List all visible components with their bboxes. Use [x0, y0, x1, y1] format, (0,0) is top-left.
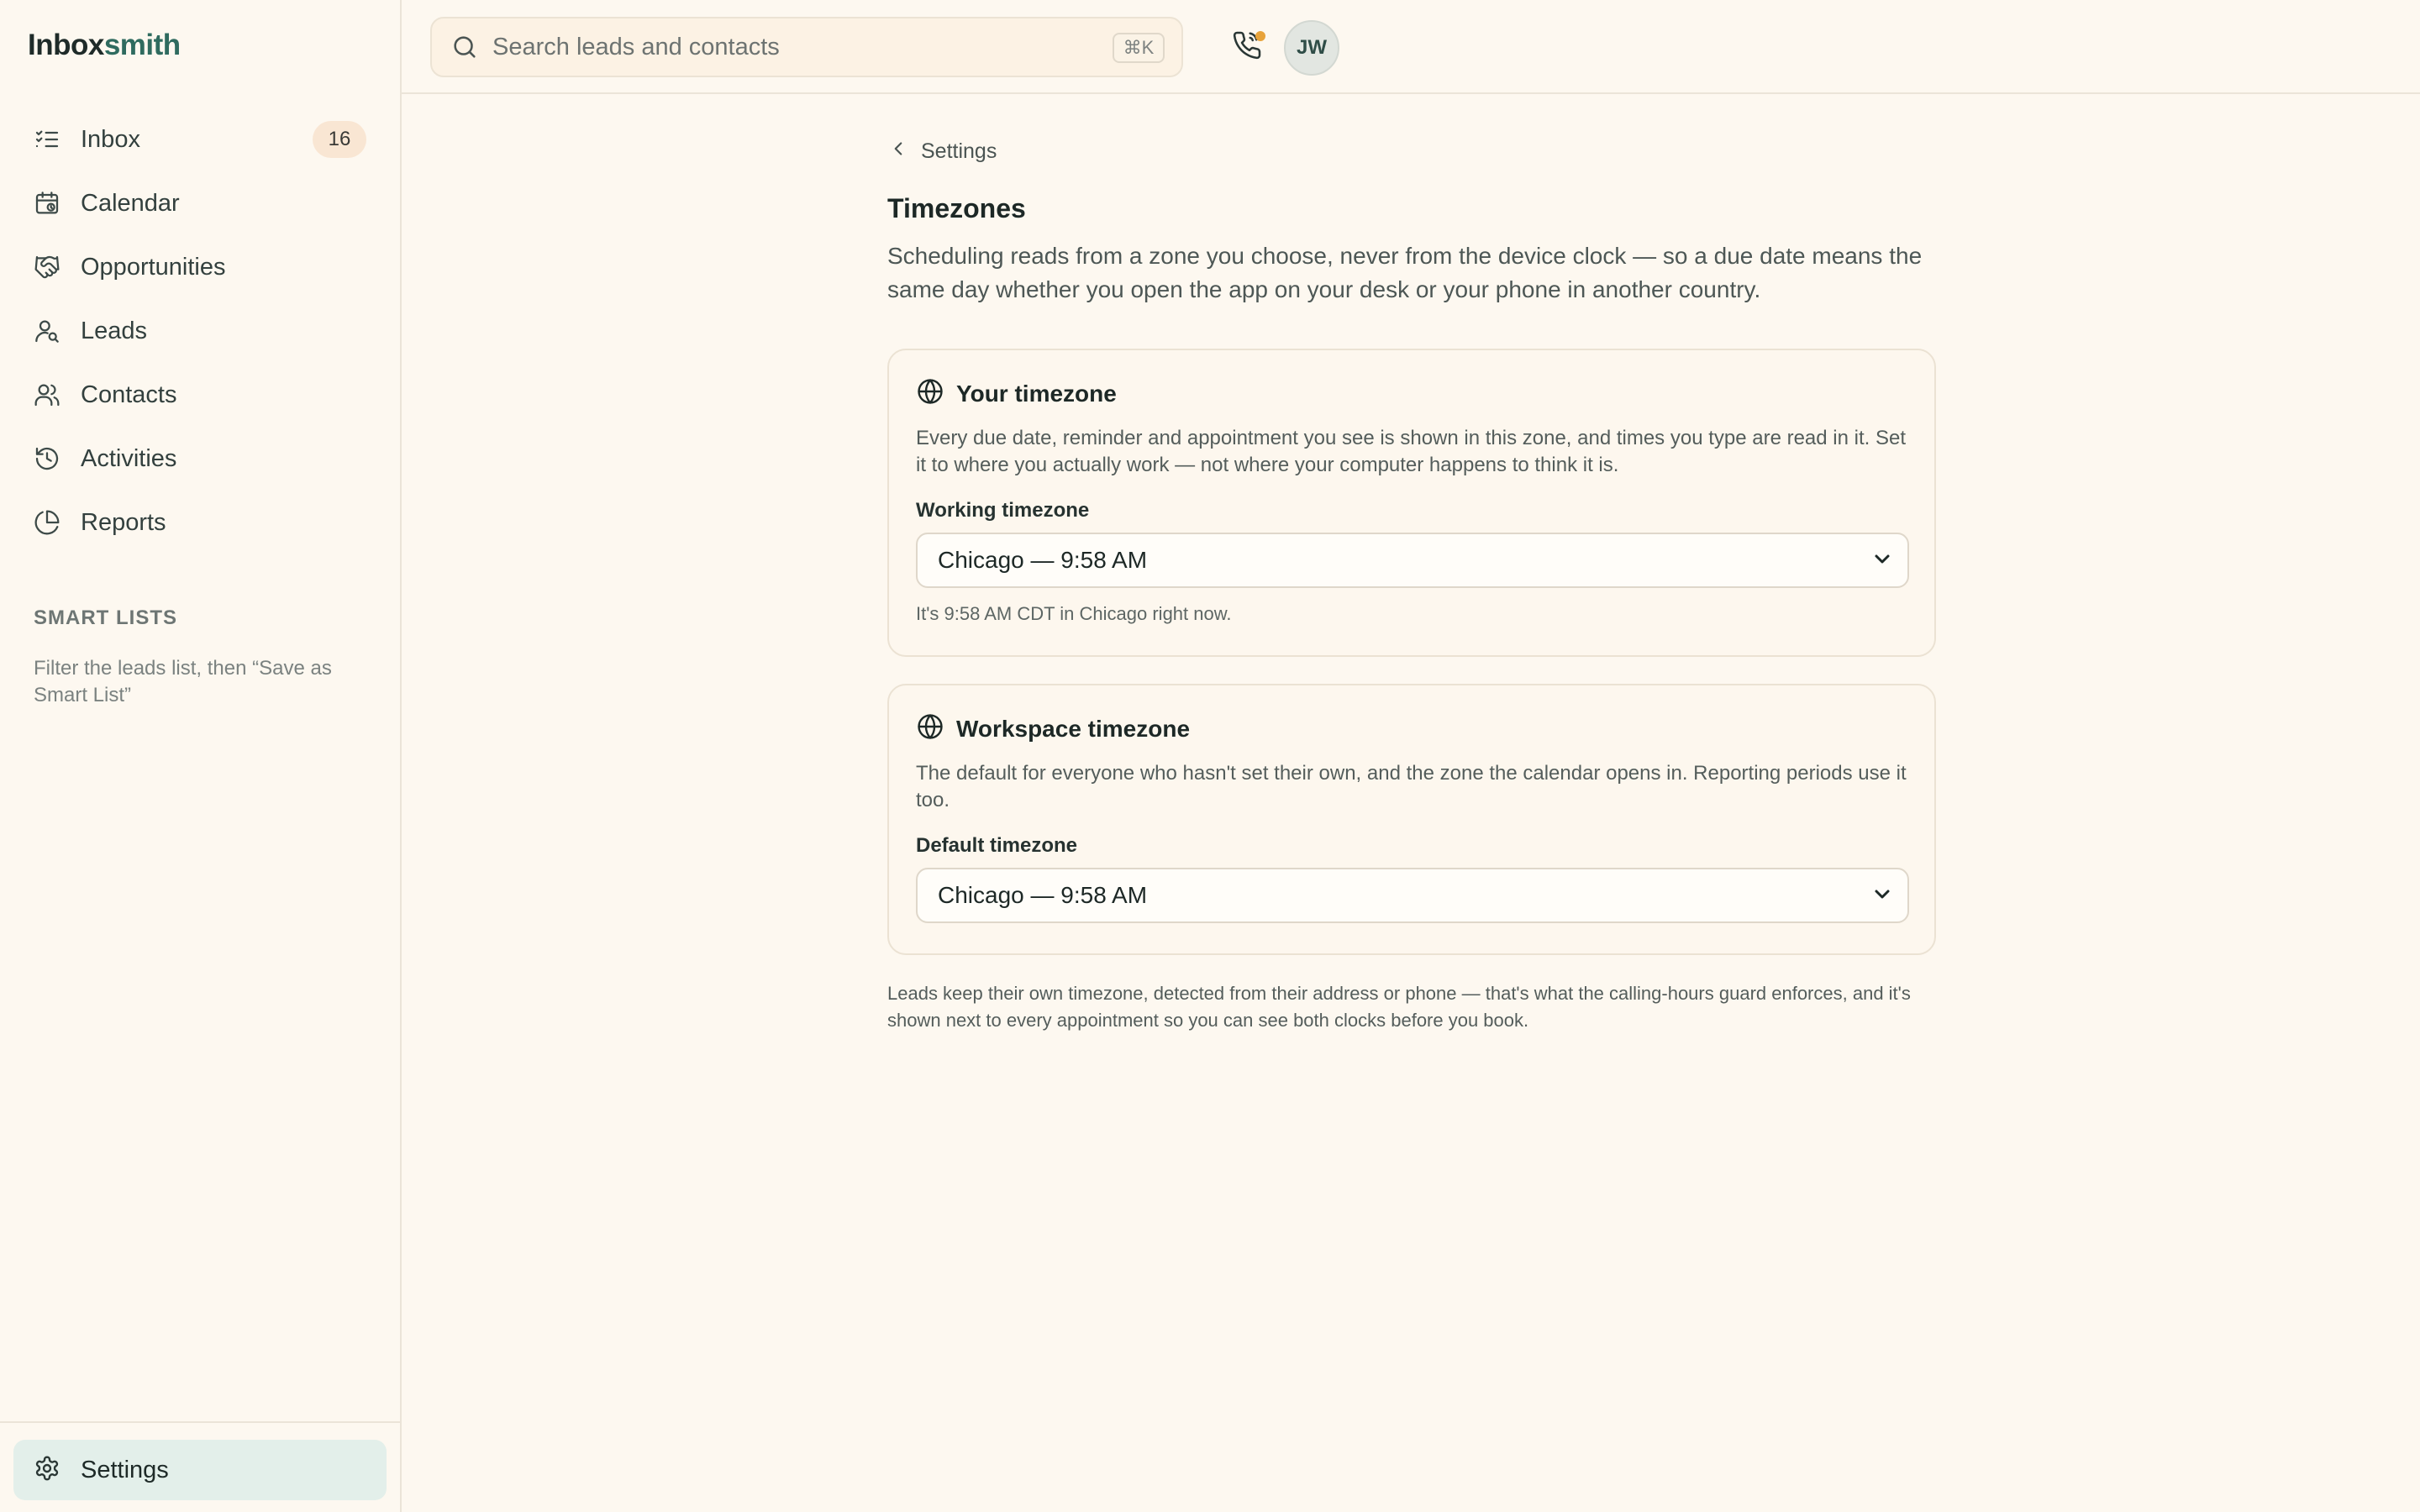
search-placeholder: Search leads and contacts — [492, 33, 780, 60]
chevron-left-icon — [887, 138, 921, 165]
workspace-timezone-card: Workspace timezone The default for every… — [887, 684, 1936, 955]
leads-timezone-footnote: Leads keep their own timezone, detected … — [887, 983, 1911, 1031]
default-timezone-select[interactable]: Chicago — 9:58 AM — [916, 868, 1909, 923]
breadcrumb[interactable]: Settings — [887, 134, 1938, 168]
pie-chart-icon — [34, 509, 60, 536]
sidebar-item-label: Settings — [81, 1456, 169, 1483]
card-header: Your timezone — [916, 377, 1907, 410]
sidebar-item-label: Activities — [81, 444, 177, 472]
sidebar-nav: Inbox 16 Calendar Opportunities Leads Co… — [13, 108, 387, 554]
page-title: Timezones — [887, 193, 1026, 223]
globe-icon — [916, 377, 944, 410]
smart-lists-heading: SMART LISTS — [34, 606, 177, 629]
notification-dot — [1255, 31, 1265, 41]
breadcrumb-label: Settings — [921, 139, 997, 163]
handshake-icon — [34, 254, 60, 281]
card-title: Your timezone — [956, 380, 1117, 407]
sidebar: Inbox smith Inbox 16 Calendar Opportuniti… — [0, 0, 402, 1512]
sidebar-item-reports[interactable]: Reports — [13, 491, 387, 554]
sidebar-footer: Settings — [0, 1421, 400, 1512]
sidebar-item-opportunities[interactable]: Opportunities — [13, 235, 387, 299]
search-input[interactable]: Search leads and contacts ⌘K — [430, 17, 1183, 77]
card-header: Workspace timezone — [916, 712, 1907, 745]
sidebar-item-settings[interactable]: Settings — [13, 1440, 387, 1500]
users-icon — [34, 381, 60, 408]
user-search-icon — [34, 318, 60, 344]
your-timezone-card: Your timezone Every due date, reminder a… — [887, 349, 1936, 657]
globe-icon — [916, 712, 944, 745]
sidebar-item-label: Inbox — [81, 125, 140, 153]
brand-logo-part1: Inbox — [28, 29, 104, 61]
search-shortcut-hint: ⌘K — [1113, 33, 1165, 63]
gear-icon — [34, 1455, 60, 1486]
sidebar-item-label: Opportunities — [81, 253, 226, 281]
chevron-down-icon — [1872, 549, 1892, 573]
sidebar-item-contacts[interactable]: Contacts — [13, 363, 387, 427]
brand-logo-part2: smith — [103, 29, 181, 61]
current-time-help: It's 9:58 AM CDT in Chicago right now. — [916, 603, 1232, 624]
smart-lists-hint: Filter the leads list, then “Save as Sma… — [34, 657, 332, 706]
select-value: Chicago — 9:58 AM — [938, 547, 1148, 573]
history-icon — [34, 445, 60, 472]
card-title: Workspace timezone — [956, 715, 1191, 742]
sidebar-item-calendar[interactable]: Calendar — [13, 171, 387, 235]
phone-call-icon — [1232, 31, 1262, 64]
search-icon — [450, 33, 479, 61]
sidebar-item-activities[interactable]: Activities — [13, 427, 387, 491]
sidebar-item-leads[interactable]: Leads — [13, 299, 387, 363]
chevron-down-icon — [1872, 884, 1892, 908]
settings-timezones-page: Settings Timezones Scheduling reads from… — [887, 134, 1938, 1034]
calendar-icon — [34, 190, 60, 217]
sidebar-item-label: Leads — [81, 317, 148, 344]
sidebar-item-label: Contacts — [81, 381, 177, 408]
inbox-count-badge: 16 — [313, 121, 366, 158]
brand-logo[interactable]: Inbox smith — [28, 29, 181, 62]
top-bar: Search leads and contacts ⌘K JW — [402, 0, 2420, 94]
sidebar-item-label: Reports — [81, 508, 166, 536]
select-value: Chicago — 9:58 AM — [938, 882, 1148, 908]
working-timezone-label: Working timezone — [916, 499, 1090, 522]
sidebar-item-inbox[interactable]: Inbox 16 — [13, 108, 387, 171]
sidebar-item-label: Calendar — [81, 189, 180, 217]
list-check-icon — [34, 126, 60, 153]
card-description: The default for everyone who hasn't set … — [916, 762, 1907, 811]
working-timezone-select[interactable]: Chicago — 9:58 AM — [916, 533, 1909, 588]
avatar[interactable]: JW — [1284, 20, 1339, 76]
default-timezone-label: Default timezone — [916, 834, 1078, 857]
card-description: Every due date, reminder and appointment… — [916, 427, 1907, 476]
page-description: Scheduling reads from a zone you choose,… — [887, 243, 1923, 302]
